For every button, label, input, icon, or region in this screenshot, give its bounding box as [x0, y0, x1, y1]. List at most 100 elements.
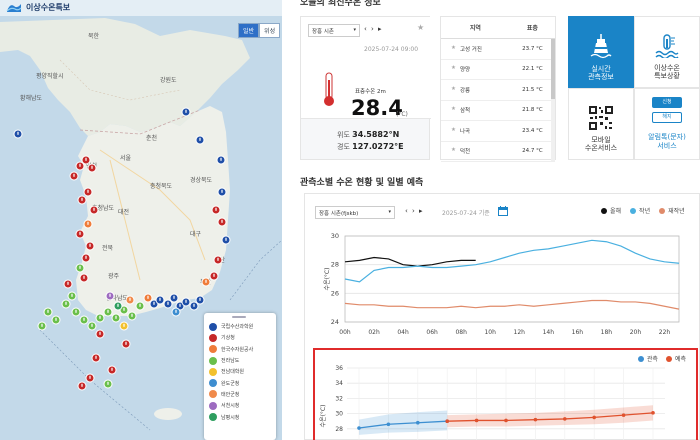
station-marker[interactable]: [103, 379, 113, 389]
data-point[interactable]: [621, 413, 626, 417]
station-marker[interactable]: [75, 263, 85, 273]
legend-handle[interactable]: [232, 316, 246, 318]
station-nav-arrows[interactable]: ‹ › ▸: [364, 25, 383, 33]
star-icon[interactable]: ★: [451, 127, 456, 135]
station-marker[interactable]: [85, 241, 95, 251]
data-point[interactable]: [592, 415, 596, 420]
station-marker[interactable]: [195, 135, 205, 145]
station-marker[interactable]: [217, 217, 227, 227]
chart-nav-arrows[interactable]: ‹ › ▸: [405, 207, 424, 215]
data-point[interactable]: [563, 417, 567, 421]
station-marker[interactable]: [77, 195, 87, 205]
star-icon[interactable]: ★: [451, 65, 456, 73]
station-marker[interactable]: [163, 299, 173, 309]
table-row[interactable]: ★ 고성 거진 23.7 °C: [441, 39, 555, 60]
station-marker[interactable]: [221, 235, 231, 245]
station-marker[interactable]: [181, 297, 191, 307]
table-row[interactable]: ★ 덕천 24.7 °C: [441, 142, 555, 162]
station-marker[interactable]: [113, 301, 123, 311]
station-marker[interactable]: [213, 255, 223, 265]
satellite-view-button[interactable]: 위성: [259, 23, 281, 38]
chart-station-select[interactable]: 장흥 시촌(fjskb) ▾: [315, 206, 395, 219]
station-marker[interactable]: [83, 219, 93, 229]
data-point[interactable]: [416, 420, 420, 425]
station-marker[interactable]: [91, 353, 101, 363]
station-marker[interactable]: [201, 277, 211, 287]
station-marker[interactable]: [75, 229, 85, 239]
station-marker[interactable]: [43, 307, 53, 317]
station-marker[interactable]: [216, 155, 226, 165]
station-marker[interactable]: [211, 205, 221, 215]
station-marker[interactable]: [95, 313, 105, 323]
station-marker[interactable]: [103, 307, 113, 317]
star-icon[interactable]: ★: [417, 23, 424, 32]
star-icon[interactable]: ★: [451, 147, 456, 155]
map-view-button[interactable]: 일반: [238, 23, 260, 38]
station-marker[interactable]: [37, 321, 47, 331]
station-marker[interactable]: [189, 301, 199, 311]
calendar-icon[interactable]: [498, 206, 508, 216]
map-panel[interactable]: 북한평양직할시황해남도강원도춘천서울인천충청북도대전충청남도경상북도대구전북광주…: [0, 0, 282, 440]
data-point[interactable]: [445, 419, 449, 423]
station-marker[interactable]: [143, 293, 153, 303]
station-marker[interactable]: [135, 301, 145, 311]
table-row[interactable]: ★ 삼척 21.8 °C: [441, 101, 555, 121]
station-marker[interactable]: [169, 293, 179, 303]
data-point[interactable]: [386, 422, 391, 427]
station-marker[interactable]: [85, 373, 95, 383]
station-marker[interactable]: [127, 311, 137, 321]
station-marker[interactable]: [209, 271, 219, 281]
unsubscribe-button[interactable]: 해지: [652, 112, 682, 123]
station-marker[interactable]: [119, 321, 129, 331]
station-marker[interactable]: [81, 155, 91, 165]
app-logo[interactable]: 이상수온특보: [6, 1, 70, 13]
station-marker[interactable]: [77, 381, 87, 391]
station-marker[interactable]: [89, 205, 99, 215]
chart-legend-item[interactable]: 작년: [630, 206, 650, 215]
station-marker[interactable]: [95, 329, 105, 339]
station-select[interactable]: 장흥 시촌 ▾: [308, 24, 360, 37]
station-marker[interactable]: [217, 187, 227, 197]
data-point[interactable]: [357, 426, 361, 430]
station-marker[interactable]: [155, 295, 165, 305]
station-marker[interactable]: [87, 321, 97, 331]
star-icon[interactable]: ★: [451, 106, 456, 114]
station-marker[interactable]: [125, 295, 135, 305]
chart-legend-item[interactable]: 올해: [601, 206, 621, 215]
station-marker[interactable]: [121, 339, 131, 349]
station-marker[interactable]: [51, 315, 61, 325]
station-marker[interactable]: [79, 273, 89, 283]
chart-legend-item[interactable]: 재작년: [659, 206, 685, 215]
station-marker[interactable]: [69, 171, 79, 181]
data-point[interactable]: [504, 418, 508, 423]
station-marker[interactable]: [81, 253, 91, 263]
star-icon[interactable]: ★: [451, 86, 456, 94]
station-marker[interactable]: [83, 187, 93, 197]
station-marker[interactable]: [71, 307, 81, 317]
data-point[interactable]: [651, 411, 655, 415]
station-marker[interactable]: [79, 315, 89, 325]
table-row[interactable]: ★ 나곡 23.4 °C: [441, 121, 555, 142]
station-marker[interactable]: [87, 163, 97, 173]
station-marker[interactable]: [181, 107, 191, 117]
table-scrollbar[interactable]: [551, 39, 555, 161]
station-marker[interactable]: [105, 291, 115, 301]
station-marker[interactable]: [111, 313, 121, 323]
station-marker[interactable]: [195, 295, 205, 305]
realtime-obs-tile[interactable]: 실시간 관측정보: [568, 16, 634, 88]
station-marker[interactable]: [67, 291, 77, 301]
data-point[interactable]: [533, 417, 538, 422]
station-marker[interactable]: [107, 365, 117, 375]
table-row[interactable]: ★ 양양 22.1 °C: [441, 60, 555, 80]
station-marker[interactable]: [171, 307, 181, 317]
station-marker[interactable]: [13, 129, 23, 139]
star-icon[interactable]: ★: [451, 45, 456, 53]
table-row[interactable]: ★ 강릉 21.5 °C: [441, 80, 555, 101]
mobile-service-tile[interactable]: 모바일 수온서비스: [568, 88, 634, 160]
station-marker[interactable]: [63, 279, 73, 289]
station-marker[interactable]: [75, 161, 85, 171]
station-marker[interactable]: [61, 299, 71, 309]
alarm-service-label[interactable]: 알림톡(문자) 서비스: [648, 133, 686, 151]
subscribe-button[interactable]: 신청: [652, 97, 682, 108]
data-point[interactable]: [474, 418, 479, 423]
